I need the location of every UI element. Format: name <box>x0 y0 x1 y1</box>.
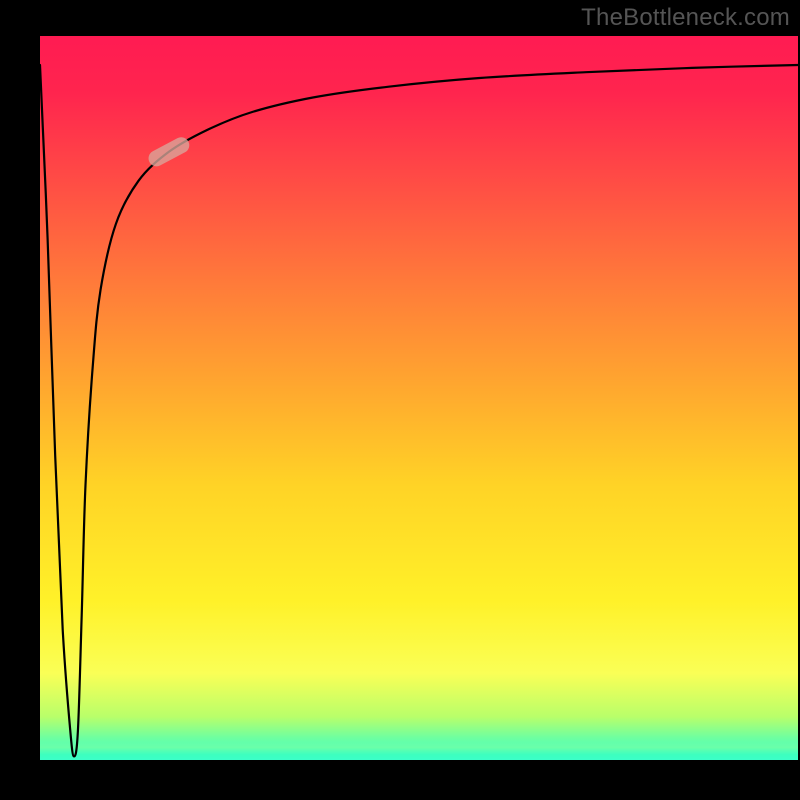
watermark-text: TheBottleneck.com <box>581 4 790 32</box>
curve-marker <box>146 134 192 169</box>
plot-area <box>40 36 798 760</box>
bottleneck-curve <box>40 65 798 756</box>
curve-layer <box>40 36 798 760</box>
chart-frame: TheBottleneck.com <box>0 0 800 800</box>
